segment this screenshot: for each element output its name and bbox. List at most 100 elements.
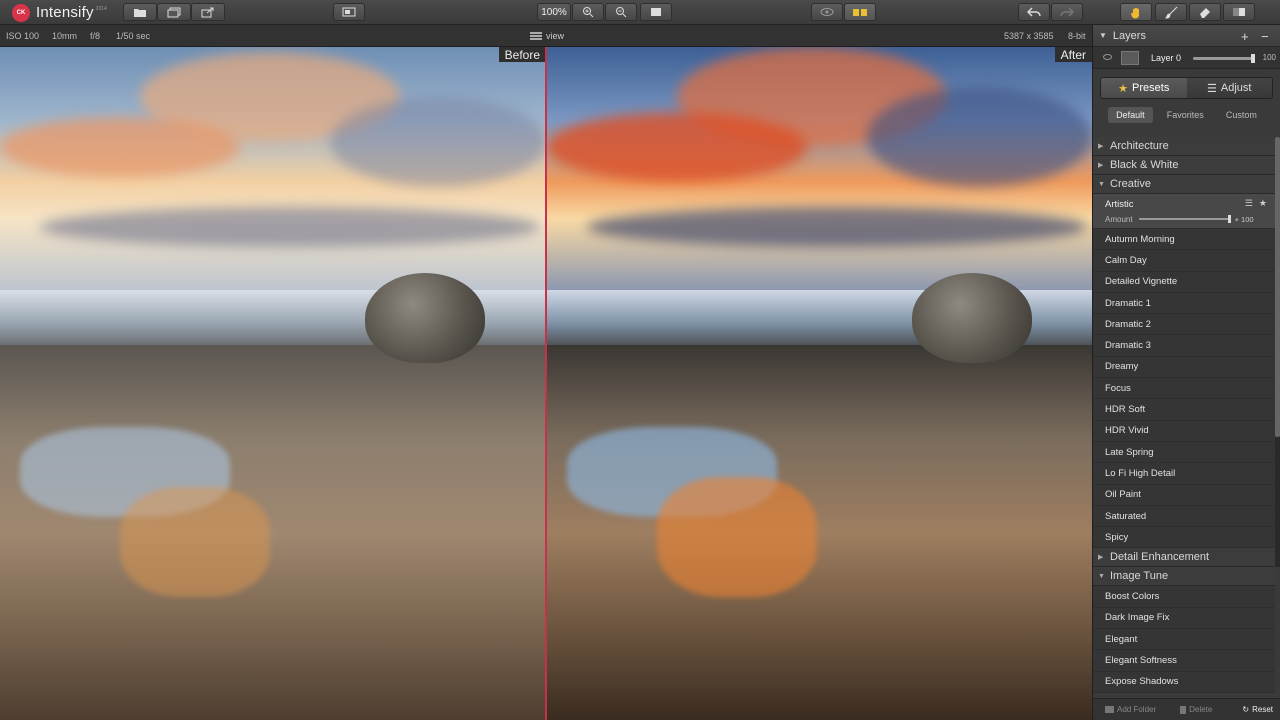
preset-item[interactable]: Elegant <box>1093 629 1275 651</box>
after-image[interactable]: After <box>547 47 1092 720</box>
view-label: view <box>546 31 565 41</box>
view-toggle[interactable]: view <box>530 31 564 41</box>
delete-button[interactable]: Delete <box>1180 705 1212 714</box>
main-toolbar: CK Intensify 2014 100% <box>0 0 1280 25</box>
window-icon <box>342 7 356 17</box>
preset-item[interactable]: Expose Shadows <box>1093 671 1275 693</box>
reset-label: Reset <box>1252 705 1273 714</box>
tab-adjust[interactable]: ☰ Adjust <box>1186 78 1272 98</box>
preset-item[interactable]: Boost Colors <box>1093 586 1275 608</box>
preset-item[interactable]: HDR Soft <box>1093 399 1275 421</box>
preset-item-label: Dark Image Fix <box>1105 612 1170 624</box>
cloud <box>330 97 546 187</box>
single-view-button[interactable] <box>811 3 843 21</box>
add-layer-icon[interactable]: + <box>1241 29 1249 44</box>
subtab-custom[interactable]: Custom <box>1218 107 1265 123</box>
layer-opacity-slider[interactable] <box>1193 54 1255 63</box>
subtab-default[interactable]: Default <box>1108 107 1153 123</box>
layers-header[interactable]: ▼ Layers + − <box>1093 25 1280 47</box>
open-button[interactable] <box>123 3 157 21</box>
category-black-white[interactable]: ▶ Black & White <box>1093 156 1275 175</box>
reset-button[interactable]: ↻ Reset <box>1242 705 1273 714</box>
compare-mode-button[interactable] <box>333 3 365 21</box>
preset-item[interactable]: Calm Day <box>1093 250 1275 272</box>
preset-item[interactable]: Dramatic 1 <box>1093 292 1275 315</box>
puddle <box>120 487 270 597</box>
hand-tool-button[interactable] <box>1120 3 1152 21</box>
creative-items: Autumn Morning Calm Day Detailed Vignette D… <box>1093 229 1275 549</box>
preset-item-label: Oil Paint <box>1105 489 1141 501</box>
category-architecture[interactable]: ▶ Architecture <box>1093 137 1275 156</box>
preset-name: Artistic <box>1105 198 1134 210</box>
expand-triangle-icon: ▶ <box>1098 143 1104 150</box>
boulder <box>912 273 1032 363</box>
preset-item[interactable]: Saturated <box>1093 505 1275 528</box>
zoom-in-button[interactable] <box>572 3 604 21</box>
preset-item[interactable]: Dreamy <box>1093 356 1275 379</box>
fit-icon <box>651 8 661 16</box>
batch-button[interactable] <box>157 3 191 21</box>
split-view-button[interactable] <box>844 3 876 21</box>
preset-item[interactable]: Spicy <box>1093 527 1275 549</box>
amount-value: + 100 <box>1234 214 1254 224</box>
amount-slider[interactable] <box>1138 215 1231 223</box>
add-folder-button[interactable]: Add Folder <box>1105 705 1156 714</box>
category-detail-enhancement[interactable]: ▶ Detail Enhancement <box>1093 548 1275 568</box>
preset-artistic-selected[interactable]: Artistic Amount + 100 ☰ ★ <box>1093 194 1275 229</box>
preset-item[interactable]: Oil Paint <box>1093 484 1275 506</box>
zoom-level-button[interactable]: 100% <box>537 3 571 21</box>
scrollbar-thumb[interactable] <box>1275 137 1280 437</box>
share-icon <box>201 7 214 17</box>
preset-item[interactable]: Late Spring <box>1093 441 1275 464</box>
preset-item[interactable]: Autumn Morning <box>1093 229 1275 251</box>
collapse-triangle-icon: ▼ <box>1098 572 1105 580</box>
preset-item[interactable]: Dramatic 2 <box>1093 314 1275 336</box>
export-button[interactable] <box>191 3 225 21</box>
undo-button[interactable] <box>1018 3 1050 21</box>
eraser-tool-button[interactable] <box>1189 3 1221 21</box>
preset-item-label: Saturated <box>1105 510 1147 522</box>
redo-button[interactable] <box>1051 3 1083 21</box>
preset-item[interactable]: Lo Fi High Detail <box>1093 463 1275 485</box>
subtab-favorites[interactable]: Favorites <box>1159 107 1212 123</box>
zoom-out-button[interactable] <box>605 3 637 21</box>
preset-item[interactable]: Dramatic 3 <box>1093 335 1275 357</box>
preset-item[interactable]: Dark Image Fix <box>1093 607 1275 630</box>
brush-tool-button[interactable] <box>1155 3 1187 21</box>
preset-item-label: Detailed Vignette <box>1105 276 1178 288</box>
cloud <box>867 87 1092 187</box>
preset-item[interactable]: Focus <box>1093 378 1275 400</box>
category-image-tune[interactable]: ▼ Image Tune <box>1093 567 1275 587</box>
after-label: After <box>1054 47 1092 62</box>
hand-icon <box>1131 7 1139 18</box>
layer-row[interactable]: Layer 0 100 <box>1093 47 1280 69</box>
preset-item[interactable]: HDR Vivid <box>1093 420 1275 442</box>
panel-tabs: ★ Presets ☰ Adjust <box>1100 77 1273 99</box>
category-creative[interactable]: ▼ Creative <box>1093 175 1275 194</box>
cloud <box>40 207 540 247</box>
preset-item[interactable]: Detailed Vignette <box>1093 271 1275 293</box>
favorite-star-icon[interactable]: ★ <box>1259 198 1267 209</box>
tab-presets[interactable]: ★ Presets <box>1101 78 1187 98</box>
category-label: Architecture <box>1110 140 1169 152</box>
tune-items: Boost Colors Dark Image Fix Elegant Elegant… <box>1093 586 1275 693</box>
app-title: Intensify <box>36 4 94 21</box>
tab-adjust-label: Adjust <box>1220 82 1252 94</box>
bit-depth: 8-bit <box>1068 31 1086 41</box>
logo-badge: CK <box>12 3 30 22</box>
gradient-tool-button[interactable] <box>1223 3 1255 21</box>
cloud <box>0 117 240 177</box>
delete-label: Delete <box>1189 705 1213 714</box>
fit-screen-button[interactable] <box>640 3 672 21</box>
amount-slider-knob[interactable] <box>1227 215 1231 223</box>
remove-layer-icon[interactable]: − <box>1261 29 1269 44</box>
preset-scrollbar[interactable] <box>1275 137 1280 567</box>
before-image[interactable]: Before <box>0 47 546 720</box>
preset-settings-icon[interactable]: ☰ <box>1245 198 1253 209</box>
before-label: Before <box>498 47 546 62</box>
expand-triangle-icon: ▶ <box>1098 162 1104 169</box>
visibility-eye-icon[interactable] <box>1103 54 1112 60</box>
preset-item-label: Dramatic 1 <box>1105 297 1151 309</box>
preset-item[interactable]: Elegant Softness <box>1093 650 1275 672</box>
preset-item-label: Autumn Morning <box>1105 233 1175 245</box>
